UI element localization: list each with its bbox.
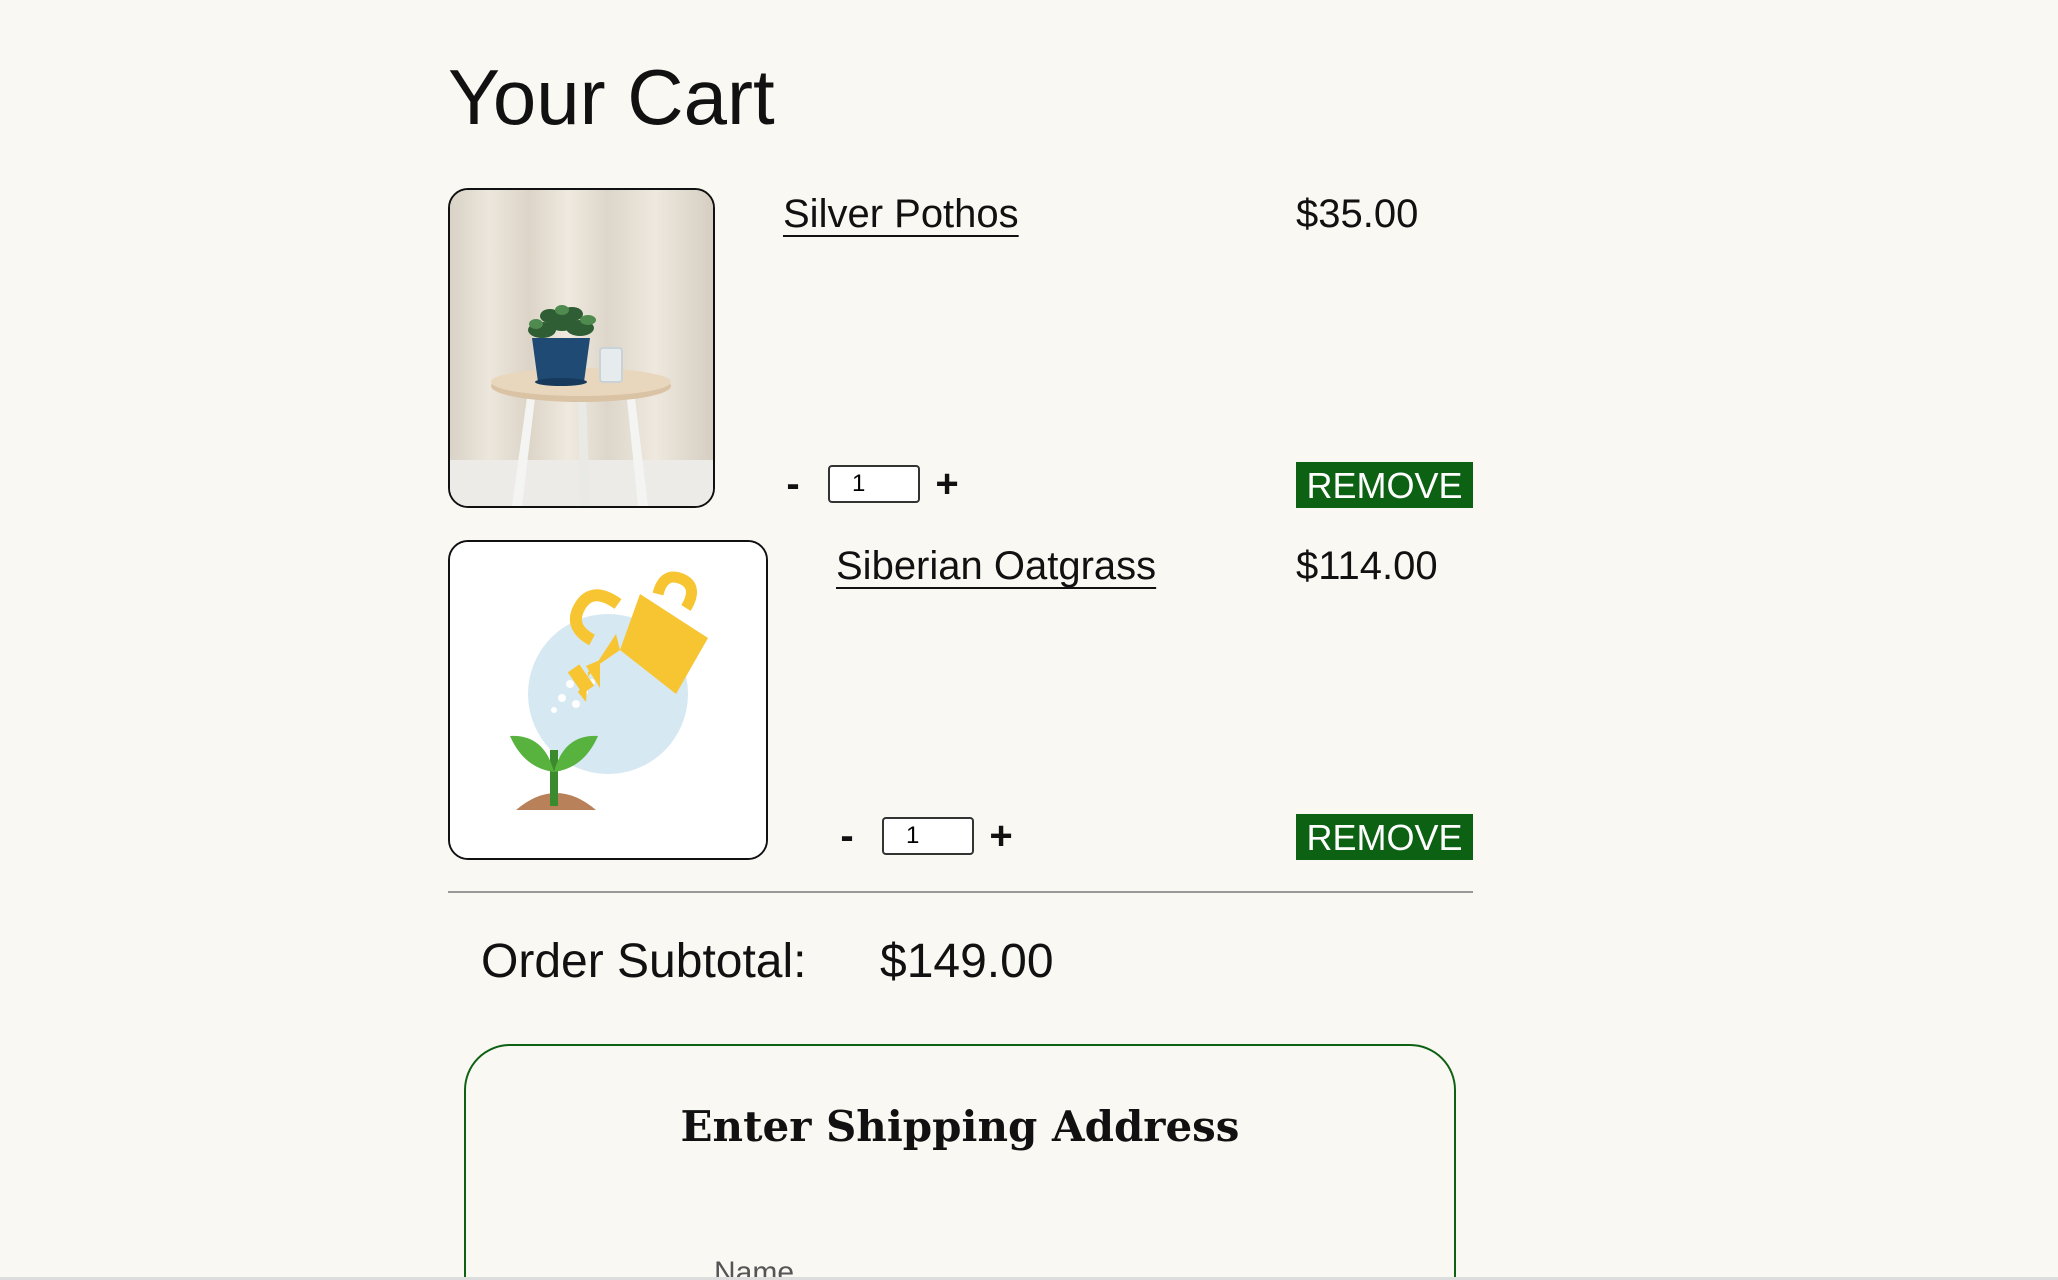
cart-divider: [448, 891, 1473, 893]
watering-can-sprout-illustration: [450, 542, 766, 858]
quantity-stepper: - +: [778, 464, 962, 504]
product-image[interactable]: [448, 540, 768, 860]
product-image[interactable]: [448, 188, 715, 508]
cart-page: Your Cart Silver Pothos $35.00 - 1 + REM…: [0, 0, 2058, 1280]
remove-item-button[interactable]: REMOVE: [1296, 462, 1473, 508]
shipping-address-form: Enter Shipping Address Name: [464, 1044, 1456, 1280]
plant-on-stool-photo: [450, 190, 713, 506]
quantity-input[interactable]: [828, 465, 920, 503]
quantity-stepper: - +: [832, 816, 1016, 856]
cart-item: Siberian Oatgrass $114.00 - + REMOVE: [448, 540, 1473, 860]
subtotal-label: Order Subtotal:: [481, 935, 807, 988]
product-name-link[interactable]: Siberian Oatgrass: [836, 544, 1156, 589]
product-price: $35.00: [1296, 192, 1419, 236]
decrease-quantity-button[interactable]: -: [778, 464, 808, 504]
cart-item: Silver Pothos $35.00 - + REMOVE: [448, 188, 1473, 508]
increase-quantity-button[interactable]: +: [986, 816, 1016, 856]
page-title: Your Cart: [448, 53, 775, 141]
increase-quantity-button[interactable]: +: [932, 464, 962, 504]
quantity-input[interactable]: [882, 817, 974, 855]
product-name-link[interactable]: Silver Pothos: [783, 192, 1019, 237]
decrease-quantity-button[interactable]: -: [832, 816, 862, 856]
product-price: $114.00: [1296, 544, 1438, 588]
shipping-form-title: Enter Shipping Address: [680, 1102, 1240, 1151]
remove-item-button[interactable]: REMOVE: [1296, 814, 1473, 860]
subtotal-value: $149.00: [880, 935, 1054, 988]
